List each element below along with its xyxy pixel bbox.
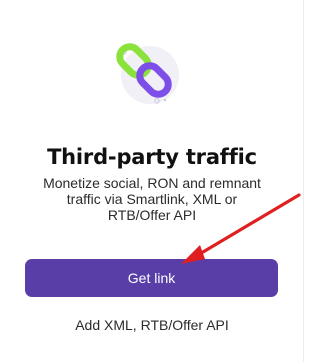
card-title: Third-party traffic	[47, 145, 257, 169]
add-xml-rtb-link[interactable]: Add XML, RTB/Offer API	[0, 316, 304, 334]
get-link-button[interactable]: Get link	[25, 259, 278, 297]
traffic-card: Third-party traffic Monetize social, RON…	[0, 0, 304, 362]
card-description: Monetize social, RON and remnant traffic…	[43, 175, 261, 223]
linked-chains-icon	[104, 39, 192, 113]
